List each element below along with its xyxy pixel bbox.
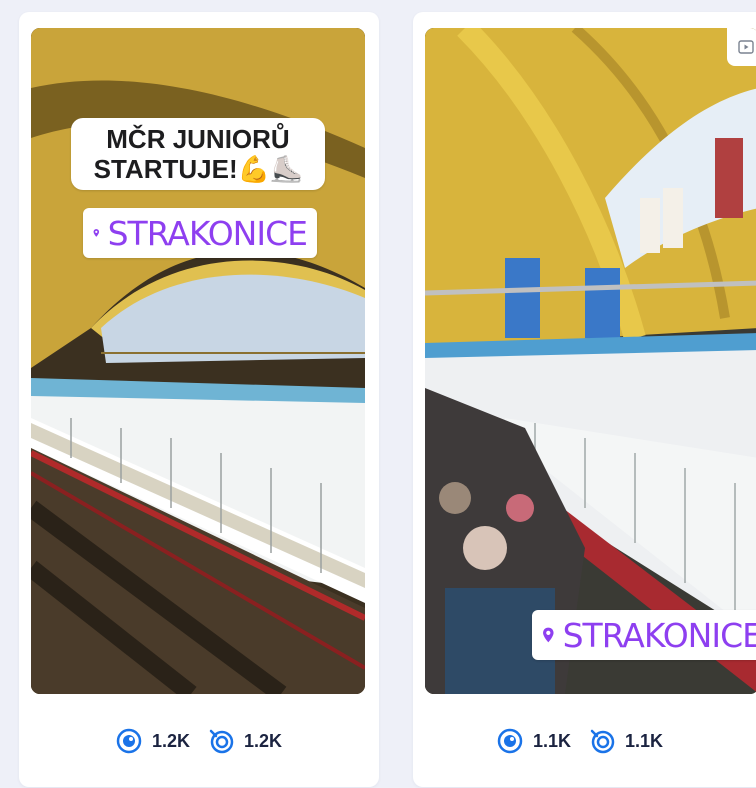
impressions-eye-icon	[209, 729, 234, 754]
post-stats: 1.2K 1.2K	[19, 728, 379, 754]
title-line-1: MČR JUNIORŮ	[106, 124, 290, 154]
impressions-value: 1.2K	[244, 730, 283, 751]
reach-value: 1.1K	[532, 730, 571, 751]
reach-stat: 1.1K	[497, 728, 571, 754]
location-label: STRAKONICE	[562, 615, 756, 655]
ice-rink-photo	[425, 28, 756, 694]
post-media[interactable]: STRAKONICE	[425, 28, 756, 694]
location-pin-icon	[93, 229, 100, 237]
location-sticker: STRAKONICE	[532, 610, 756, 660]
location-sticker: STRAKONICE	[83, 208, 317, 258]
reach-eye-icon	[116, 728, 142, 754]
location-label: STRAKONICE	[107, 213, 308, 253]
title-sticker: MČR JUNIORŮ STARTUJE!💪⛸️	[71, 118, 325, 190]
location-pin-icon	[543, 627, 554, 643]
impressions-value: 1.1K	[625, 730, 664, 751]
reach-eye-icon	[497, 728, 523, 754]
title-line-2: STARTUJE!💪⛸️	[93, 154, 303, 184]
impressions-stat: 1.2K	[208, 728, 282, 754]
video-badge	[727, 28, 756, 66]
reach-stat: 1.2K	[116, 728, 190, 754]
post-card[interactable]: STRAKONICE 1.1K 1.1K	[413, 12, 756, 787]
impressions-eye-icon	[590, 729, 615, 754]
post-stats: 1.1K 1.1K	[413, 728, 747, 754]
post-media[interactable]: MČR JUNIORŮ STARTUJE!💪⛸️ STRAKONICE	[31, 28, 365, 694]
reach-value: 1.2K	[151, 730, 190, 751]
video-icon	[738, 40, 754, 54]
impressions-stat: 1.1K	[589, 728, 663, 754]
post-card[interactable]: MČR JUNIORŮ STARTUJE!💪⛸️ STRAKONICE 1.2K	[19, 12, 379, 787]
